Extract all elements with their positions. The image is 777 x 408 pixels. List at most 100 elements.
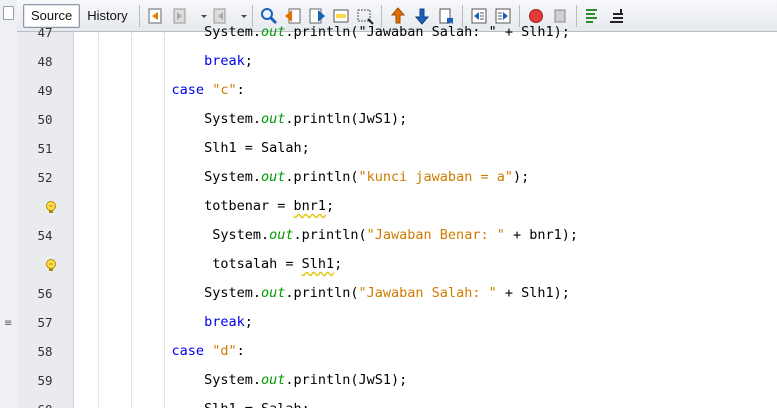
- code-line[interactable]: Slh1 = Salah;: [204, 134, 310, 163]
- code-token: System.: [204, 111, 261, 127]
- field-token: out: [269, 227, 294, 243]
- code-token: Slh1 = Salah;: [204, 401, 310, 408]
- gutter-row: 50: [17, 105, 73, 134]
- comment-icon[interactable]: [583, 6, 603, 26]
- keyword-token: break: [204, 314, 245, 330]
- code-token: System.: [212, 227, 270, 243]
- code-line[interactable]: break;: [204, 47, 253, 76]
- tab-history[interactable]: History: [80, 5, 134, 27]
- indent-guide: [98, 32, 99, 408]
- uncomment-icon[interactable]: [607, 6, 627, 26]
- code-token: System.: [204, 169, 261, 185]
- gutter-row: 52: [17, 163, 73, 192]
- keyword-token: case: [171, 82, 213, 98]
- splitter-grip-icon[interactable]: ≡: [4, 318, 12, 329]
- code-token: Slh1 = Salah;: [204, 140, 310, 156]
- code-token: System.: [204, 24, 261, 40]
- gutter-row: 48: [17, 47, 73, 76]
- code-line[interactable]: Slh1 = Salah;: [204, 395, 310, 408]
- code-line[interactable]: break;: [204, 308, 253, 337]
- keyword-token: case: [171, 343, 213, 359]
- back-icon[interactable]: [170, 6, 190, 26]
- string-token: "d": [212, 343, 237, 359]
- line-number: 52: [37, 170, 53, 185]
- left-side-strip: ≡: [0, 0, 18, 408]
- line-number: 51: [37, 141, 53, 156]
- code-line[interactable]: System.out.println(JwS1);: [204, 366, 407, 395]
- line-number: 50: [37, 112, 53, 127]
- code-token: ;: [244, 53, 253, 69]
- last-edit-icon[interactable]: [146, 6, 166, 26]
- string-token: "Jawaban Salah: ": [358, 285, 497, 301]
- line-number: 58: [37, 344, 53, 359]
- code-token: ;: [244, 314, 253, 330]
- indent-guide: [131, 32, 132, 408]
- code-line[interactable]: case "c":: [172, 76, 245, 105]
- editor-window: ≡ Source History System.out.println("Jaw…: [0, 0, 777, 408]
- gutter-row: [17, 192, 73, 221]
- code-token: System.: [204, 372, 261, 388]
- gutter-row: 54: [17, 221, 73, 250]
- code-token: totbenar =: [204, 198, 294, 214]
- code-line[interactable]: System.out.println("kunci jawaban = a");: [204, 163, 529, 192]
- indent-guide: [164, 32, 165, 408]
- line-number: 48: [37, 54, 53, 69]
- line-number: 59: [37, 373, 53, 388]
- line-number: 54: [37, 228, 53, 243]
- minimize-panel-icon[interactable]: [3, 6, 14, 20]
- gutter-row: 60: [17, 395, 73, 408]
- code-token: + bnr1);: [504, 227, 578, 243]
- code-line[interactable]: System.out.println("Jawaban Benar: " + b…: [212, 221, 578, 250]
- line-number: 57: [37, 315, 53, 330]
- gutter-row: 58: [17, 337, 73, 366]
- string-token: "kunci jawaban = a": [358, 169, 513, 185]
- field-token: out: [260, 285, 286, 301]
- code-line[interactable]: totsalah = Slh1;: [212, 250, 342, 279]
- gutter-row: 57: [17, 308, 73, 337]
- code-token: );: [512, 169, 530, 185]
- field-token: out: [260, 372, 286, 388]
- code-token: .println("Jawaban Salah: " + Slh1);: [285, 24, 570, 40]
- field-token: out: [260, 169, 286, 185]
- code-line[interactable]: System.out.println("Jawaban Salah: " + S…: [204, 18, 570, 47]
- gutter-row: 47: [17, 18, 73, 47]
- gutter-row: 59: [17, 366, 73, 395]
- code-line[interactable]: System.out.println(JwS1);: [204, 105, 407, 134]
- code-token: .println(: [285, 169, 359, 185]
- code-token: System.: [204, 285, 261, 301]
- code-line[interactable]: totbenar = bnr1;: [204, 192, 334, 221]
- string-token: "Jawaban Benar: ": [366, 227, 505, 243]
- gutter-row: 49: [17, 76, 73, 105]
- code-text-area[interactable]: System.out.println("Jawaban Salah: " + S…: [74, 24, 777, 408]
- field-token: out: [260, 24, 286, 40]
- warning-token: bnr1: [293, 198, 326, 214]
- code-line[interactable]: case "d":: [172, 337, 245, 366]
- gutter-row: 51: [17, 134, 73, 163]
- code-token: .println(: [285, 285, 359, 301]
- code-token: :: [236, 343, 245, 359]
- code-token: ;: [326, 198, 335, 214]
- toolbar-separator: [575, 4, 577, 27]
- code-token: .println(: [293, 227, 367, 243]
- code-editor[interactable]: System.out.println("Jawaban Salah: " + S…: [17, 24, 777, 408]
- code-token: .println(JwS1);: [285, 111, 408, 127]
- toolbar-separator: [138, 4, 140, 27]
- gutter-row: 56: [17, 279, 73, 308]
- code-token: + Slh1);: [496, 285, 570, 301]
- code-token: ;: [334, 256, 343, 272]
- line-number: 47: [37, 25, 53, 40]
- code-line[interactable]: System.out.println("Jawaban Salah: " + S…: [204, 279, 570, 308]
- field-token: out: [260, 111, 286, 127]
- code-token: totsalah =: [212, 256, 302, 272]
- hint-bulb-icon[interactable]: [45, 200, 57, 214]
- line-number: 60: [17, 395, 73, 408]
- string-token: "c": [212, 82, 237, 98]
- keyword-token: break: [204, 53, 245, 69]
- code-token: .println(JwS1);: [285, 372, 408, 388]
- warning-token: Slh1: [301, 256, 335, 272]
- hint-bulb-icon[interactable]: [45, 258, 57, 272]
- line-number: 56: [37, 286, 53, 301]
- line-number: 49: [37, 83, 53, 98]
- gutter-row: [17, 250, 73, 279]
- code-token: :: [236, 82, 245, 98]
